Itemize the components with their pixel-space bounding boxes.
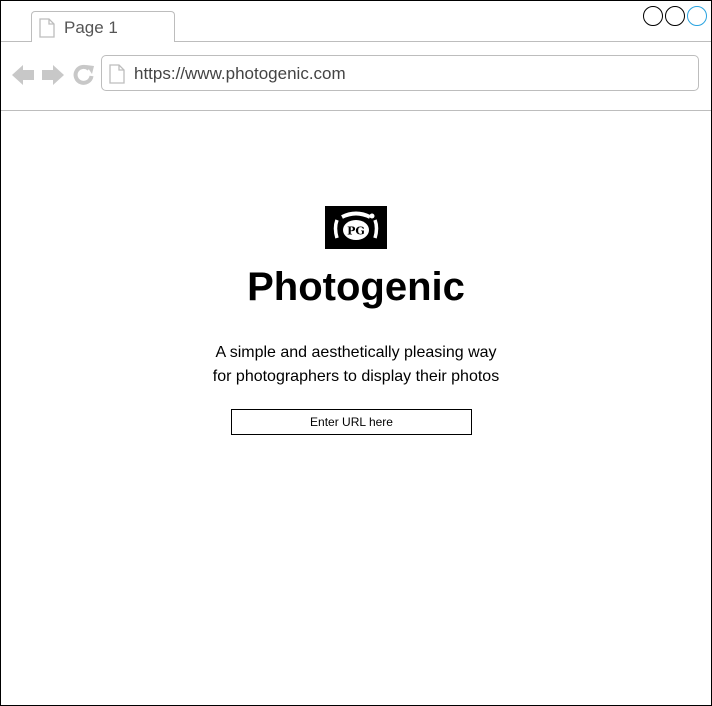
camera-logo-icon: PG — [325, 206, 387, 249]
window-controls — [643, 6, 707, 26]
tagline-line-2: for photographers to display their photo… — [212, 368, 500, 385]
page-icon — [108, 64, 126, 89]
browser-toolbar: https://www.photogenic.com — [1, 42, 711, 111]
back-arrow-icon[interactable] — [11, 64, 35, 91]
window-control-minimize[interactable] — [643, 6, 663, 26]
reload-icon[interactable] — [72, 64, 96, 91]
page-content: PG Photogenic A simple and aesthetically… — [1, 111, 711, 705]
tab-page-1[interactable]: Page 1 — [31, 11, 175, 43]
page-icon — [38, 18, 56, 43]
tab-label: Page 1 — [64, 18, 118, 37]
browser-window: Page 1 https://www.photogenic.com PG Pho… — [0, 0, 712, 706]
logo-text: PG — [347, 225, 365, 238]
forward-arrow-icon[interactable] — [41, 64, 65, 91]
address-bar[interactable]: https://www.photogenic.com — [101, 55, 699, 91]
window-control-maximize[interactable] — [665, 6, 685, 26]
url-input[interactable] — [231, 409, 472, 435]
address-url[interactable]: https://www.photogenic.com — [134, 64, 346, 84]
page-title: Photogenic — [247, 265, 465, 309]
tab-bar: Page 1 — [1, 1, 711, 42]
tagline-line-1: A simple and aesthetically pleasing way — [215, 344, 497, 361]
window-control-close[interactable] — [687, 6, 707, 26]
